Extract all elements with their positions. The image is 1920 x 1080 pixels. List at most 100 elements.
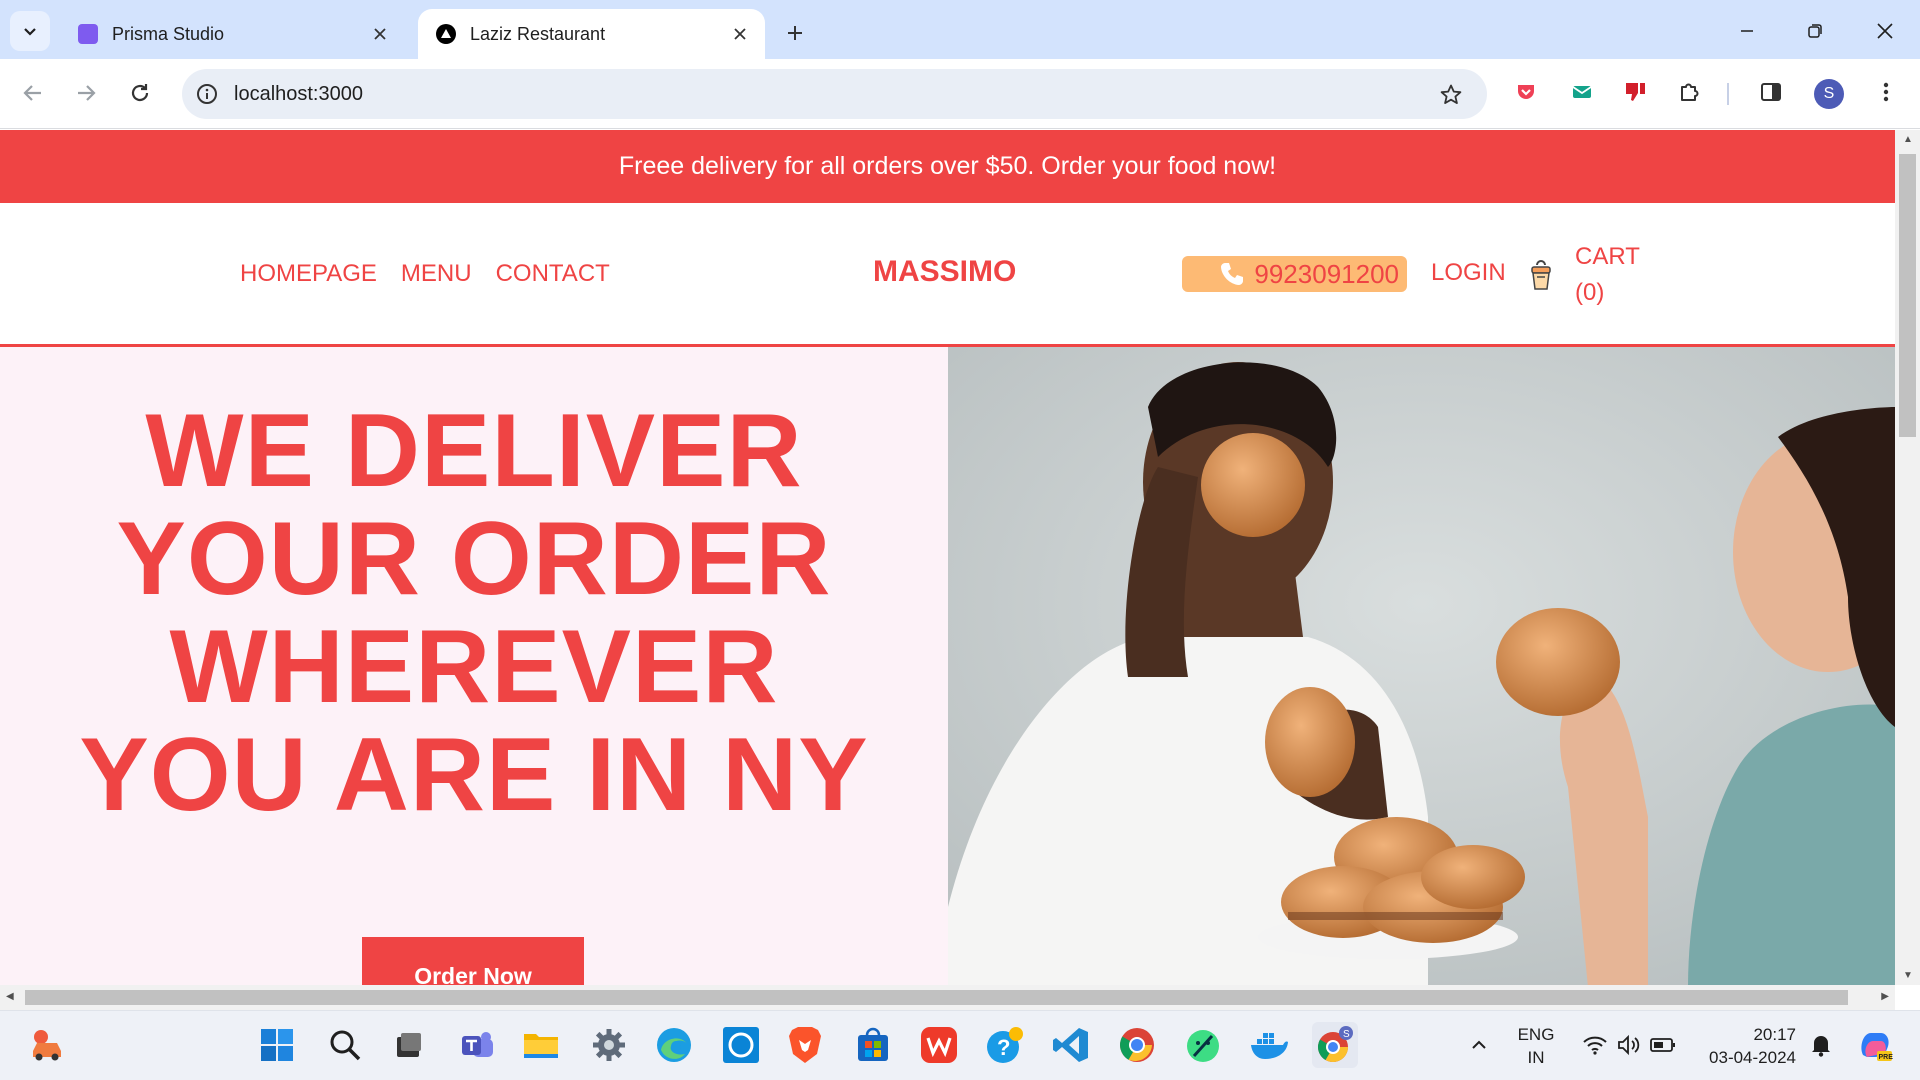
site-info-icon[interactable] [194, 81, 220, 107]
hero-headline: WE DELIVER YOUR ORDER WHEREVER YOU ARE I… [0, 397, 948, 829]
headline-line: WE DELIVER [145, 393, 803, 509]
tab-search-button[interactable] [10, 11, 50, 51]
svg-text:S: S [1343, 1029, 1350, 1040]
help-icon[interactable]: ? [982, 1022, 1028, 1068]
tab-laziz-restaurant[interactable]: Laziz Restaurant [418, 9, 765, 59]
extension-mail-icon[interactable] [1566, 76, 1598, 108]
vertical-scrollbar[interactable]: ▲ ▼ [1895, 130, 1920, 985]
file-explorer-icon[interactable] [518, 1022, 564, 1068]
close-icon[interactable] [367, 21, 393, 47]
language-indicator[interactable]: ENG IN [1512, 1023, 1560, 1069]
more-menu-icon[interactable] [1870, 76, 1902, 108]
android-studio-icon[interactable] [1180, 1022, 1226, 1068]
region-code: IN [1527, 1048, 1545, 1067]
wifi-icon[interactable] [1580, 1022, 1610, 1068]
cart-label: CART [1575, 243, 1640, 270]
tab-title: Prisma Studio [112, 23, 225, 44]
restore-button[interactable] [1798, 14, 1832, 48]
horizontal-scrollbar[interactable]: ◀ ▶ [0, 985, 1895, 1010]
hero-text-panel: WE DELIVER YOUR ORDER WHEREVER YOU ARE I… [0, 347, 948, 985]
notification-bell-icon[interactable] [1806, 1022, 1836, 1068]
vertical-scroll-thumb[interactable] [1899, 154, 1916, 437]
extension-pocket-icon[interactable] [1510, 76, 1542, 108]
login-link[interactable]: LOGIN [1431, 259, 1506, 287]
minimize-icon [1741, 30, 1753, 32]
copilot-icon[interactable]: PRE [1852, 1022, 1898, 1068]
hero-image [948, 347, 1895, 985]
toolbar-divider [1727, 83, 1729, 105]
promo-banner: Freee delivery for all orders over $50. … [0, 130, 1895, 203]
battery-icon[interactable] [1648, 1022, 1678, 1068]
settings-icon[interactable] [586, 1022, 632, 1068]
extension-dislike-icon[interactable] [1620, 76, 1652, 108]
language-code: ENG [1517, 1025, 1555, 1044]
prisma-icon [78, 24, 98, 44]
svg-text:PRE: PRE [1879, 1054, 1894, 1061]
scroll-left-icon[interactable]: ◀ [6, 991, 14, 1002]
vscode-icon[interactable] [1048, 1022, 1094, 1068]
extensions-puzzle-icon[interactable] [1673, 76, 1705, 108]
browser-toolbar: localhost:3000 S [0, 59, 1920, 129]
horizontal-scroll-thumb[interactable] [25, 990, 1848, 1005]
headline-line: YOU ARE IN NY [79, 717, 869, 833]
volume-icon[interactable] [1614, 1022, 1644, 1068]
plus-icon [788, 26, 802, 40]
alexa-icon[interactable] [718, 1022, 764, 1068]
clock-time: 20:17 [1753, 1025, 1796, 1044]
hero-photo-illustration [948, 347, 1895, 985]
address-bar[interactable]: localhost:3000 [182, 69, 1487, 119]
headline-line: YOUR ORDER [116, 501, 832, 617]
window-close-button[interactable] [1868, 14, 1902, 48]
reload-button[interactable] [120, 73, 160, 113]
page-viewport: Freee delivery for all orders over $50. … [0, 130, 1895, 985]
profile-avatar[interactable]: S [1814, 79, 1844, 109]
reload-icon [131, 84, 149, 102]
cart-link[interactable]: CART (0) [1575, 239, 1640, 311]
arrow-left-icon [23, 85, 41, 101]
scroll-up-icon[interactable]: ▲ [1903, 134, 1913, 145]
nav-link-contact[interactable]: CONTACT [496, 260, 610, 288]
site-navbar: HOMEPAGE MENU CONTACT MASSIMO 9923091200… [0, 203, 1895, 347]
clock-date: 03-04-2024 [1709, 1048, 1796, 1067]
side-panel-icon[interactable] [1755, 76, 1787, 108]
start-icon[interactable] [254, 1022, 300, 1068]
arrow-right-icon [78, 85, 96, 101]
forward-button[interactable] [66, 73, 106, 113]
nav-link-menu[interactable]: MENU [401, 260, 472, 288]
nav-link-homepage[interactable]: HOMEPAGE [240, 260, 377, 288]
bookmark-star-icon[interactable] [1437, 81, 1465, 109]
task-view-icon[interactable] [386, 1022, 432, 1068]
chevron-up-icon[interactable] [1466, 1022, 1492, 1068]
svg-text:?: ? [997, 1035, 1010, 1060]
edge-icon[interactable] [651, 1022, 697, 1068]
chevron-down-icon [24, 28, 36, 36]
phone-number: 9923091200 [1254, 258, 1399, 289]
teams-icon[interactable] [454, 1022, 500, 1068]
chrome-icon[interactable] [1114, 1022, 1160, 1068]
search-icon[interactable] [322, 1022, 368, 1068]
docker-icon[interactable] [1246, 1022, 1292, 1068]
weather-widget-icon[interactable] [24, 1022, 70, 1068]
brand-logo-text[interactable]: MASSIMO [873, 255, 1016, 289]
brave-icon[interactable] [782, 1022, 828, 1068]
tab-prisma-studio[interactable]: Prisma Studio [60, 9, 405, 59]
new-tab-button[interactable] [778, 16, 812, 50]
headline-line: WHEREVER [169, 609, 779, 725]
microsoft-store-icon[interactable] [850, 1022, 896, 1068]
cart-icon[interactable] [1524, 257, 1558, 293]
order-now-button[interactable]: Order Now [362, 937, 584, 985]
close-icon [1877, 23, 1893, 39]
wps-office-icon[interactable] [916, 1022, 962, 1068]
close-icon[interactable] [727, 21, 753, 47]
back-button[interactable] [13, 73, 53, 113]
clock[interactable]: 20:17 03-04-2024 [1690, 1023, 1796, 1069]
phone-badge[interactable]: 9923091200 [1182, 256, 1407, 292]
minimize-button[interactable] [1730, 14, 1764, 48]
browser-tab-strip: Prisma Studio Laziz Restaurant [0, 0, 1920, 59]
scroll-down-icon[interactable]: ▼ [1903, 970, 1913, 981]
chrome-profile-icon[interactable]: S [1312, 1022, 1358, 1068]
cart-count: (0) [1575, 279, 1605, 306]
scroll-right-icon[interactable]: ▶ [1881, 991, 1889, 1002]
windows-taskbar: ? S ENG IN 20:17 03-04-2024 PRE [0, 1010, 1920, 1080]
url-text[interactable]: localhost:3000 [234, 83, 363, 106]
